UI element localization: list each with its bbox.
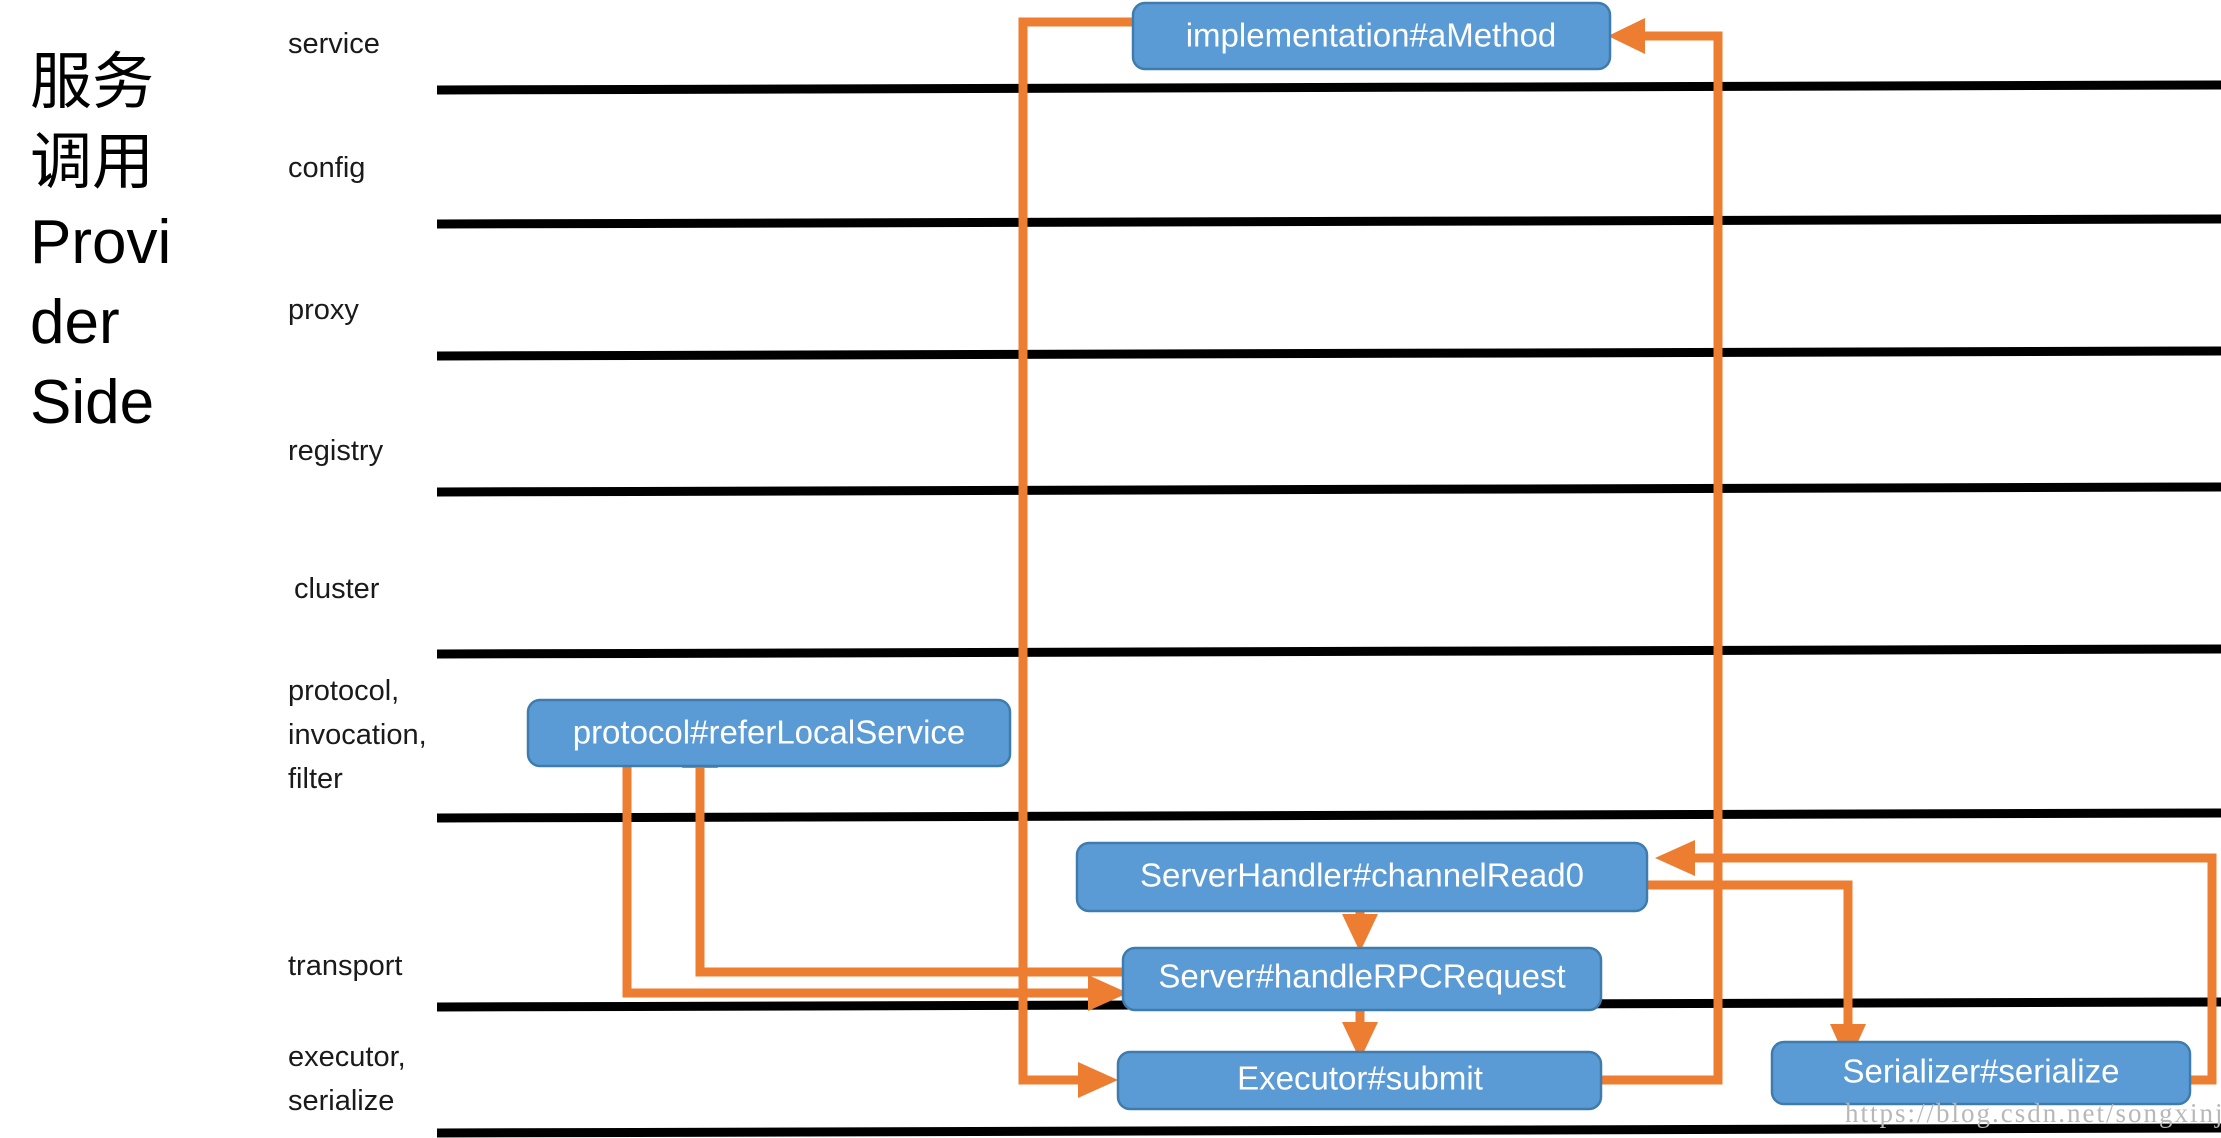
lane-separator-1 <box>436 80 2221 95</box>
watermark: https://blog.csdn.net/songxinjianqwe <box>1845 1098 2221 1128</box>
diagram-canvas: 服务 调用 Provi der Side service config prox… <box>0 0 2221 1138</box>
layer-label-proxy: proxy <box>288 294 359 326</box>
layer-label-executor: executor, serialize <box>288 1041 406 1117</box>
lane-separator-6 <box>436 808 2221 823</box>
node-server-handler-label: ServerHandler#channelRead0 <box>1140 857 1584 894</box>
layer-label-service: service <box>288 28 380 60</box>
node-serializer[interactable]: Serializer#serialize <box>1770 1040 2192 1106</box>
side-title: 服务 调用 Provi der Side <box>30 48 171 437</box>
layer-label-cluster: cluster <box>294 573 380 605</box>
lane-separator-8 <box>436 1123 2221 1138</box>
arrowhead-to-serverhandler <box>1655 840 1695 876</box>
layer-label-transport: transport <box>288 950 402 982</box>
node-protocol-refer[interactable]: protocol#referLocalService <box>526 698 1012 768</box>
edge-path-implementation-executor <box>1018 17 1140 1085</box>
lane-separator-5 <box>436 644 2221 659</box>
flow-arrows <box>622 17 2217 1098</box>
layer-label-protocol: protocol, invocation, filter <box>288 675 427 795</box>
edge-implementation-to-executor <box>1018 17 1140 1098</box>
arrowhead-serverhandler-server <box>1342 914 1378 952</box>
edge-serverhandler-to-serializer <box>1648 880 1866 1064</box>
edge-path-executor-implementation <box>1601 31 1723 1085</box>
side-title-line-2: 调用 <box>30 128 154 197</box>
node-server-handle[interactable]: Server#handleRPCRequest <box>1121 946 1603 1012</box>
node-server-handler[interactable]: ServerHandler#channelRead0 <box>1075 841 1649 913</box>
side-title-line-3: Provi <box>30 208 171 277</box>
node-server-handle-label: Server#handleRPCRequest <box>1158 958 1565 995</box>
node-protocol-refer-label: protocol#referLocalService <box>573 714 966 751</box>
node-implementation[interactable]: implementation#aMethod <box>1131 1 1612 71</box>
layer-label-registry: registry <box>288 435 384 467</box>
arrowhead-to-executor-submit <box>1078 1062 1118 1098</box>
layer-labels: service config proxy registry cluster pr… <box>288 28 427 1117</box>
edge-path-serverhandler-serializer <box>1648 880 1853 1032</box>
arrowhead-to-implementation <box>1608 18 1645 54</box>
side-title-line-4: der <box>30 288 120 357</box>
edge-path-server-protocol <box>695 760 1124 977</box>
layer-label-protocol-line-1: protocol, <box>288 675 399 707</box>
node-executor-submit[interactable]: Executor#submit <box>1116 1050 1603 1111</box>
layer-label-config: config <box>288 152 365 184</box>
node-executor-submit-label: Executor#submit <box>1237 1060 1483 1097</box>
layer-label-executor-line-2: serialize <box>288 1085 394 1117</box>
sequence-diagram: 服务 调用 Provi der Side service config prox… <box>30 1 2221 1138</box>
lane-separator-3 <box>436 346 2221 361</box>
side-title-line-1: 服务 <box>30 48 154 117</box>
lane-separator-2 <box>436 214 2221 229</box>
lane-separator-4 <box>436 482 2221 497</box>
layer-label-executor-line-1: executor, <box>288 1041 406 1073</box>
side-title-line-5: Side <box>30 368 154 437</box>
node-implementation-label: implementation#aMethod <box>1186 17 1557 54</box>
layer-label-protocol-line-3: filter <box>288 763 343 795</box>
node-serializer-label: Serializer#serialize <box>1843 1053 2120 1090</box>
edge-executor-to-implementation <box>1601 18 1723 1085</box>
layer-label-protocol-line-2: invocation, <box>288 719 427 751</box>
